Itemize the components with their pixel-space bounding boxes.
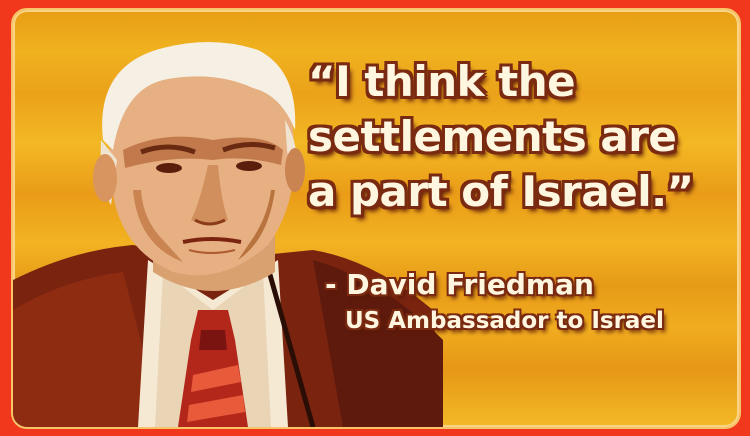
- quote-line-1: “I think the: [308, 57, 576, 106]
- quote-text: “I think the settlements are a part of I…: [308, 54, 728, 219]
- author-name: - David Friedman: [325, 268, 594, 301]
- author-title: US Ambassador to Israel: [345, 308, 664, 334]
- quote-line-2: settlements are: [308, 112, 677, 161]
- poster-frame: “I think the settlements are a part of I…: [0, 0, 750, 436]
- quote-line-3: a part of Israel.”: [308, 167, 694, 216]
- quote-card: “I think the settlements are a part of I…: [11, 8, 741, 429]
